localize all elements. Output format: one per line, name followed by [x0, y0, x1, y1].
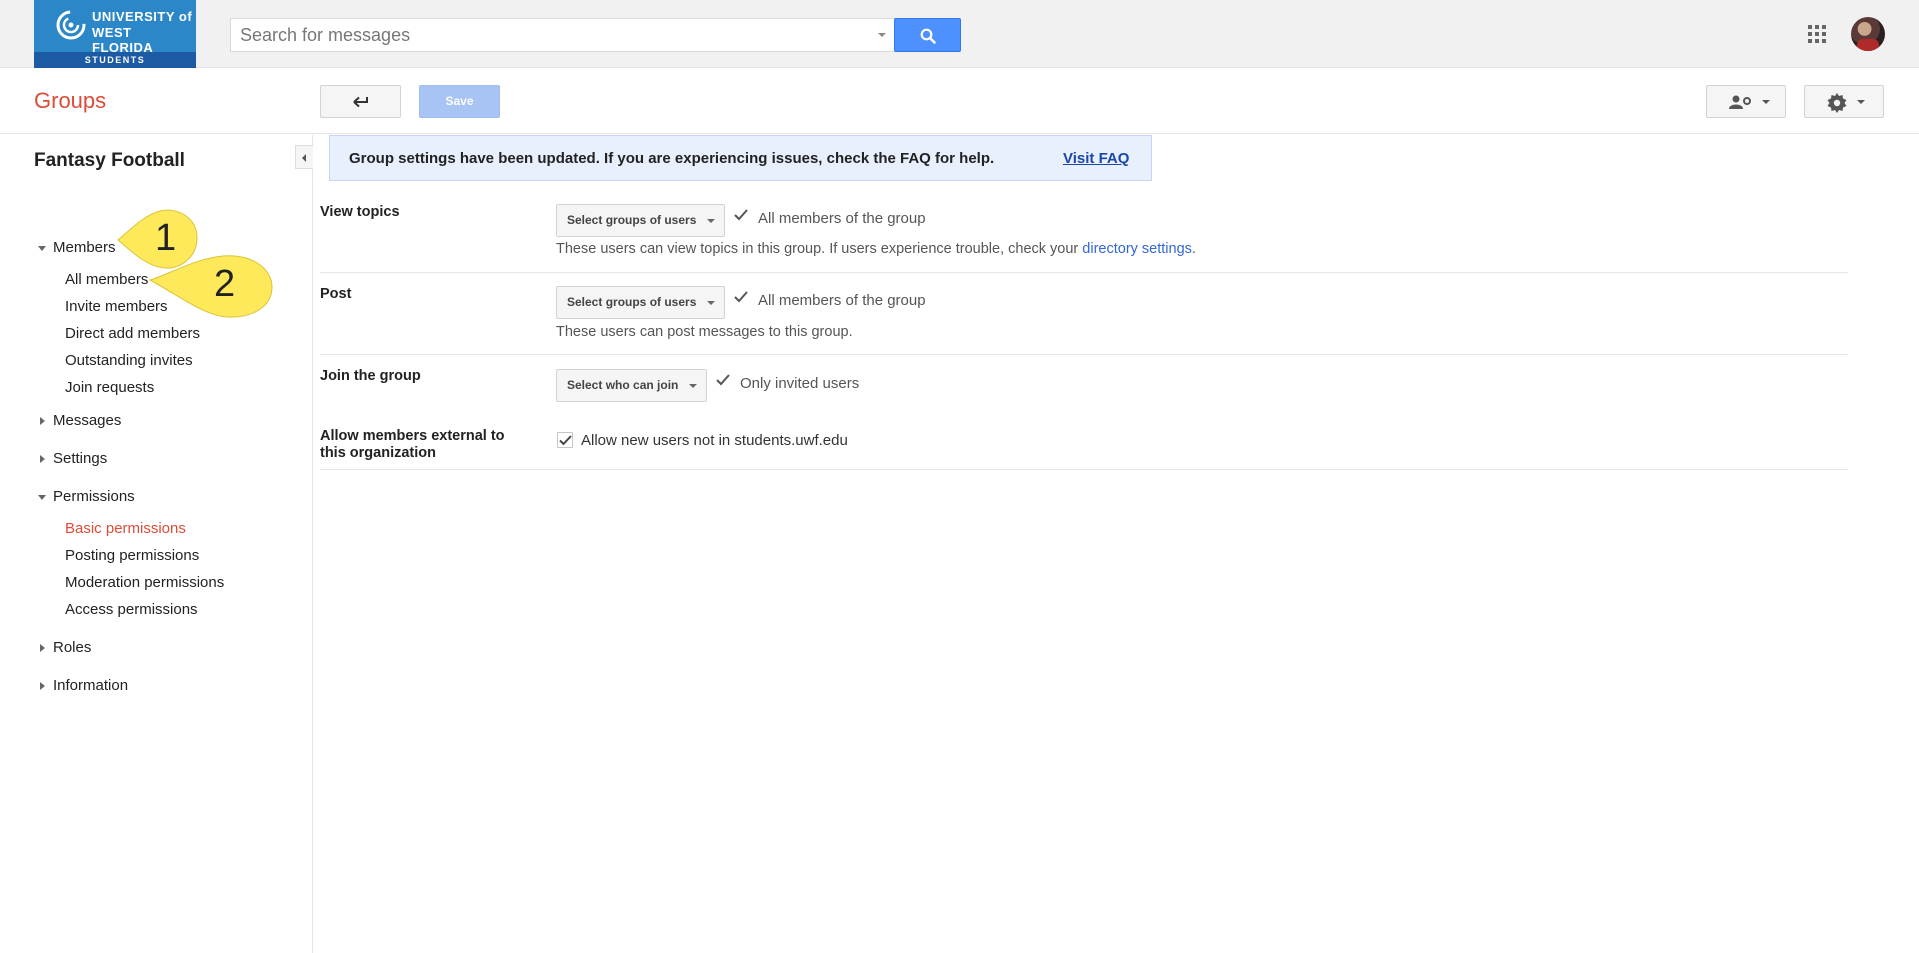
sidebar-item-access-permissions[interactable]: Access permissions — [65, 601, 198, 618]
collapsed-triangle-icon[interactable] — [40, 644, 45, 652]
join-group-label: Join the group — [320, 368, 421, 384]
collapsed-triangle-icon[interactable] — [40, 682, 45, 690]
checkmark-icon — [734, 291, 748, 303]
logo-main: UNIVERSITY of WEST FLORIDA — [34, 0, 196, 55]
expanded-triangle-icon[interactable] — [38, 246, 46, 251]
divider — [320, 272, 1848, 273]
divider — [320, 469, 1848, 470]
toolbar: Groups Save — [0, 68, 1919, 134]
search-input[interactable] — [231, 19, 851, 51]
member-options-button[interactable] — [1706, 85, 1786, 118]
app-title[interactable]: Groups — [34, 88, 106, 114]
view-topics-label: View topics — [320, 204, 400, 220]
sidebar-item-all-members[interactable]: All members — [65, 271, 148, 288]
chevron-down-icon — [689, 384, 697, 388]
external-label-line2: this organization — [320, 445, 436, 461]
user-avatar[interactable] — [1851, 17, 1885, 51]
top-bar: UNIVERSITY of WEST FLORIDA STUDENTS — [0, 0, 1919, 68]
post-description: These users can post messages to this gr… — [556, 324, 853, 340]
sidebar-section-settings[interactable]: Settings — [53, 450, 107, 467]
checkmark-icon — [559, 435, 572, 446]
join-select-label: Select who can join — [567, 378, 679, 392]
sidebar-section-roles[interactable]: Roles — [53, 639, 91, 656]
group-name: Fantasy Football — [34, 150, 185, 171]
sidebar-section-information[interactable]: Information — [53, 677, 128, 694]
sidebar-section-messages[interactable]: Messages — [53, 412, 121, 429]
external-label-line1: Allow members external to — [320, 428, 505, 444]
allow-external-label[interactable]: Allow new users not in students.uwf.edu — [581, 432, 848, 449]
post-value: All members of the group — [758, 292, 926, 309]
divider — [320, 354, 1848, 355]
back-arrow-icon — [353, 96, 368, 108]
post-select-label: Select groups of users — [567, 295, 697, 309]
chevron-down-icon — [707, 301, 715, 305]
sidebar-item-join-requests[interactable]: Join requests — [65, 379, 154, 396]
sidebar-item-outstanding-invites[interactable]: Outstanding invites — [65, 352, 193, 369]
logo-text-university: UNIVERSITY of — [92, 9, 193, 24]
sidebar-item-basic-permissions[interactable]: Basic permissions — [65, 520, 186, 537]
view-topics-value: All members of the group — [758, 210, 926, 227]
settings-button[interactable] — [1804, 85, 1884, 118]
update-banner: Group settings have been updated. If you… — [329, 135, 1152, 181]
expanded-triangle-icon[interactable] — [38, 495, 46, 500]
search-options-dropdown-icon[interactable] — [878, 33, 886, 37]
add-member-icon — [1729, 95, 1751, 109]
back-button[interactable] — [320, 85, 401, 118]
gear-icon — [1827, 93, 1847, 113]
visit-faq-link[interactable]: Visit FAQ — [1063, 150, 1129, 167]
chevron-down-icon — [1857, 100, 1865, 104]
collapsed-triangle-icon[interactable] — [40, 455, 45, 463]
post-select-button[interactable]: Select groups of users — [556, 286, 725, 319]
banner-message: Group settings have been updated. If you… — [349, 150, 995, 167]
checkmark-icon — [716, 374, 730, 386]
annotation-bubble-2: 2 — [148, 253, 274, 320]
sidebar-section-members[interactable]: Members — [53, 239, 116, 256]
view-topics-desc-end: . — [1191, 241, 1196, 257]
logo-text-west-florida: WEST FLORIDA — [92, 25, 154, 55]
view-topics-desc-text: These users can view topics in this grou… — [556, 241, 1083, 257]
search-box — [230, 18, 895, 52]
join-value: Only invited users — [740, 375, 860, 392]
join-select-button[interactable]: Select who can join — [556, 369, 707, 402]
post-label: Post — [320, 286, 352, 302]
annotation-number-2: 2 — [214, 263, 236, 305]
view-topics-select-label: Select groups of users — [567, 213, 697, 227]
allow-external-checkbox[interactable] — [557, 432, 573, 448]
swirl-logo-icon — [56, 10, 86, 40]
sidebar-item-posting-permissions[interactable]: Posting permissions — [65, 547, 199, 564]
save-button[interactable]: Save — [419, 85, 500, 118]
view-topics-select-button[interactable]: Select groups of users — [556, 204, 725, 237]
search-icon — [920, 28, 936, 44]
view-topics-description: These users can view topics in this grou… — [556, 241, 1196, 257]
logo-text-students: STUDENTS — [34, 52, 196, 68]
checkmark-icon — [734, 209, 748, 221]
directory-settings-link[interactable]: directory settings — [1082, 241, 1192, 257]
chevron-down-icon — [707, 219, 715, 223]
sidebar-item-direct-add-members[interactable]: Direct add members — [65, 325, 200, 342]
search-button[interactable] — [894, 18, 961, 52]
sidebar-item-moderation-permissions[interactable]: Moderation permissions — [65, 574, 224, 591]
sidebar-section-permissions[interactable]: Permissions — [53, 488, 135, 505]
chevron-down-icon — [1762, 100, 1770, 104]
external-members-label: Allow members external to this organizat… — [320, 428, 505, 462]
university-logo[interactable]: UNIVERSITY of WEST FLORIDA STUDENTS — [34, 0, 196, 68]
collapsed-triangle-icon[interactable] — [40, 417, 45, 425]
apps-grid-icon[interactable] — [1808, 25, 1826, 43]
collapse-sidebar-button[interactable] — [295, 145, 313, 169]
